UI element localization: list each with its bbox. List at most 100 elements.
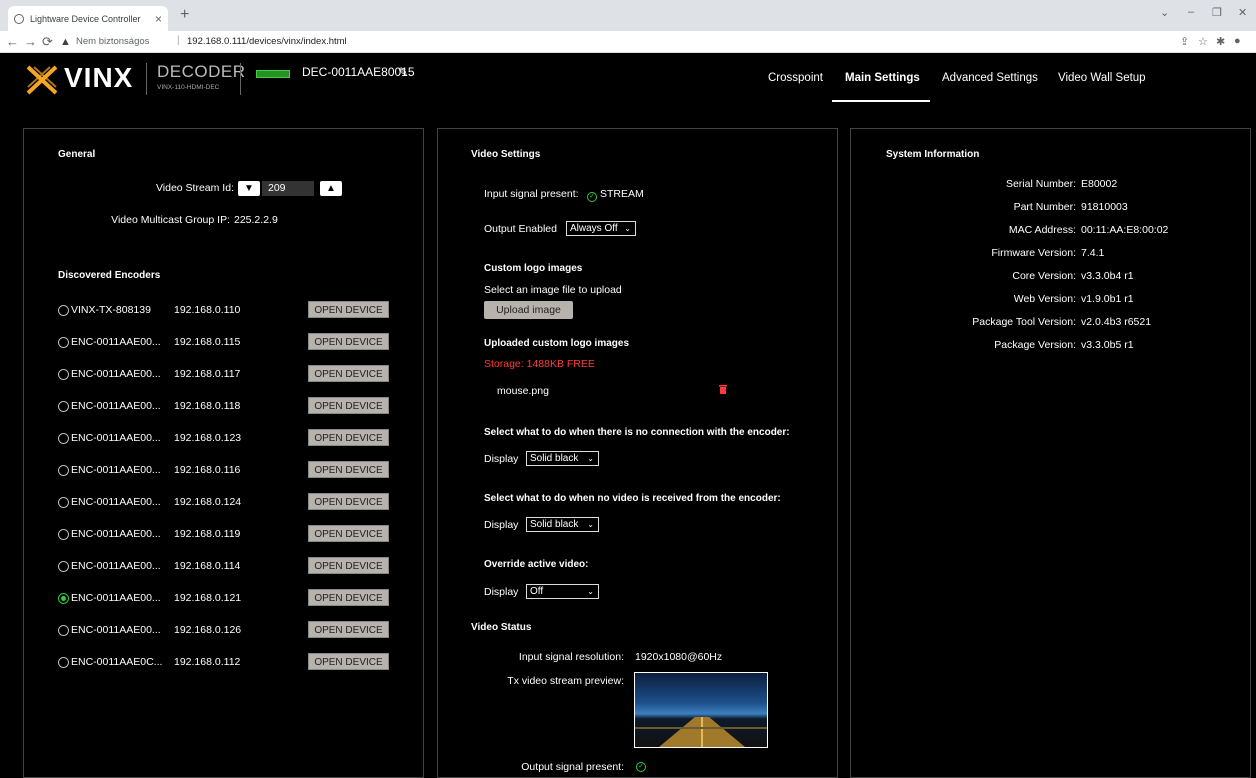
encoders-title: Discovered Encoders: [58, 270, 161, 281]
logo-text: VINX: [64, 62, 134, 93]
window-close-icon[interactable]: ✕: [1238, 6, 1247, 19]
no-connection-value: Solid black: [530, 453, 579, 464]
encoder-radio[interactable]: [58, 625, 69, 636]
video-settings-title: Video Settings: [471, 149, 541, 160]
encoder-radio[interactable]: [58, 401, 69, 412]
stream-id-increment-button[interactable]: ▲: [320, 181, 342, 196]
open-device-button[interactable]: OPEN DEVICE: [308, 653, 389, 670]
override-title: Override active video:: [484, 559, 589, 570]
trash-icon[interactable]: [719, 384, 727, 394]
open-device-button[interactable]: OPEN DEVICE: [308, 557, 389, 574]
list-item: ENC-0011AAE00... 192.168.0.124 OPEN DEVICE: [24, 493, 424, 513]
open-device-button[interactable]: OPEN DEVICE: [308, 525, 389, 542]
nav-advanced-settings[interactable]: Advanced Settings: [942, 72, 1038, 84]
open-device-button[interactable]: OPEN DEVICE: [308, 461, 389, 478]
open-device-button[interactable]: OPEN DEVICE: [308, 301, 389, 318]
custom-logo-title: Custom logo images: [484, 263, 583, 274]
nav-main-settings[interactable]: Main Settings: [845, 72, 920, 84]
encoder-radio[interactable]: [58, 657, 69, 668]
encoder-radio[interactable]: [58, 593, 69, 604]
list-item: ENC-0011AAE00... 192.168.0.119 OPEN DEVICE: [24, 525, 424, 545]
no-video-title: Select what to do when no video is recei…: [484, 493, 781, 504]
open-device-button[interactable]: OPEN DEVICE: [308, 365, 389, 382]
override-select[interactable]: Off ⌄: [526, 584, 599, 599]
system-info-value: v1.9.0b1 r1: [1081, 293, 1134, 305]
system-info-value: E80002: [1081, 178, 1118, 190]
encoder-radio[interactable]: [58, 561, 69, 572]
reload-icon[interactable]: ⟳: [42, 34, 53, 50]
star-icon[interactable]: ☆: [1198, 35, 1208, 48]
encoder-name: ENC-0011AAE00...: [71, 368, 161, 380]
close-icon[interactable]: ×: [155, 12, 162, 26]
nav-video-wall-setup[interactable]: Video Wall Setup: [1058, 72, 1146, 84]
encoder-ip: 192.168.0.114: [174, 560, 241, 572]
video-status-title: Video Status: [471, 622, 532, 633]
back-icon[interactable]: ←: [6, 34, 19, 49]
security-label[interactable]: Nem biztonságos: [76, 36, 149, 47]
pencil-icon[interactable]: ✎: [398, 65, 408, 79]
override-value: Off: [530, 586, 544, 597]
list-item: ENC-0011AAE00... 192.168.0.114 OPEN DEVICE: [24, 557, 424, 577]
encoder-ip: 192.168.0.112: [174, 656, 241, 668]
warning-icon[interactable]: ▲: [60, 36, 71, 48]
open-device-button[interactable]: OPEN DEVICE: [308, 493, 389, 510]
list-item: ENC-0011AAE0C... 192.168.0.112 OPEN DEVICE: [24, 653, 424, 673]
profile-icon[interactable]: ●: [1234, 35, 1241, 47]
new-tab-icon[interactable]: +: [180, 6, 189, 24]
forward-icon[interactable]: →: [24, 34, 37, 49]
url-input[interactable]: 192.168.0.111/devices/vinx/index.html: [187, 36, 347, 47]
browser-tab[interactable]: Lightware Device Controller ×: [8, 6, 168, 31]
output-signal-label: Output signal present:: [521, 761, 624, 773]
upload-image-button[interactable]: Upload image: [484, 301, 573, 319]
encoder-ip: 192.168.0.124: [174, 496, 242, 508]
general-title: General: [58, 149, 96, 160]
chevron-down-icon: ⌄: [587, 454, 594, 463]
stream-id-input[interactable]: 209: [262, 181, 314, 196]
encoder-radio[interactable]: [58, 433, 69, 444]
uploaded-images-title: Uploaded custom logo images: [484, 338, 630, 349]
extensions-icon[interactable]: ✱: [1216, 35, 1225, 48]
list-item: VINX-TX-808139 192.168.0.110 OPEN DEVICE: [24, 301, 424, 321]
encoder-ip: 192.168.0.115: [174, 336, 241, 348]
encoder-radio[interactable]: [58, 465, 69, 476]
no-video-select[interactable]: Solid black ⌄: [526, 517, 599, 532]
system-info-label: Core Version:: [1012, 270, 1076, 282]
system-info-value: v3.3.0b4 r1: [1081, 270, 1134, 282]
divider: [146, 63, 147, 95]
open-device-button[interactable]: OPEN DEVICE: [308, 621, 389, 638]
output-enabled-select[interactable]: Always Off ⌄: [566, 221, 636, 236]
no-connection-title: Select what to do when there is no conne…: [484, 427, 790, 438]
system-info-title: System Information: [886, 149, 980, 160]
open-device-button[interactable]: OPEN DEVICE: [308, 429, 389, 446]
check-circle-icon: ✓: [587, 192, 597, 202]
product-model: VINX-110-HDMI-DEC: [157, 84, 220, 91]
display-label: Display: [484, 453, 519, 465]
minimize-icon[interactable]: –: [1188, 6, 1194, 18]
select-file-label: Select an image file to upload: [484, 284, 622, 296]
address-bar: ← → ⟳ ▲ Nem biztonságos | 192.168.0.111/…: [0, 31, 1256, 53]
open-device-button[interactable]: OPEN DEVICE: [308, 333, 389, 350]
chevron-down-icon[interactable]: ⌄: [1160, 6, 1169, 19]
list-item: ENC-0011AAE00... 192.168.0.121 OPEN DEVICE: [24, 589, 424, 609]
restore-icon[interactable]: ❐: [1212, 6, 1222, 19]
product-type: DECODER: [157, 62, 246, 81]
open-device-button[interactable]: OPEN DEVICE: [308, 589, 389, 606]
open-device-button[interactable]: OPEN DEVICE: [308, 397, 389, 414]
list-item: ENC-0011AAE00... 192.168.0.118 OPEN DEVICE: [24, 397, 424, 417]
chevron-down-icon: ⌄: [624, 224, 631, 233]
system-info-label: Part Number:: [1013, 201, 1076, 213]
multicast-ip: 225.2.2.9: [234, 214, 278, 226]
browser-tab-bar: Lightware Device Controller × + ⌄ – ❐ ✕: [0, 0, 1256, 31]
stream-id-decrement-button[interactable]: ▼: [238, 181, 260, 196]
encoder-radio[interactable]: [58, 305, 69, 316]
system-info-label: MAC Address:: [1008, 224, 1076, 236]
nav-crosspoint[interactable]: Crosspoint: [768, 72, 823, 84]
chevron-down-icon: ⌄: [587, 520, 594, 529]
encoder-radio[interactable]: [58, 497, 69, 508]
encoder-radio[interactable]: [58, 369, 69, 380]
encoder-name: ENC-0011AAE00...: [71, 400, 161, 412]
encoder-radio[interactable]: [58, 529, 69, 540]
no-connection-select[interactable]: Solid black ⌄: [526, 451, 599, 466]
encoder-radio[interactable]: [58, 337, 69, 348]
share-icon[interactable]: ⇪: [1180, 35, 1189, 48]
